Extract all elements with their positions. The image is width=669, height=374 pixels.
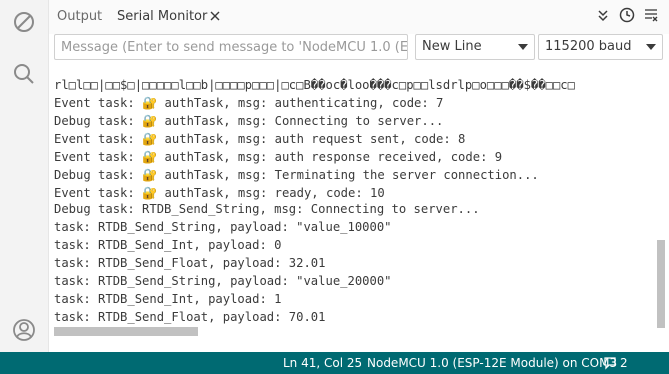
console-line: task: RTDB_Send_String, payload: "value_… bbox=[54, 220, 392, 234]
console-line: task: RTDB_Send_String, payload: "value_… bbox=[54, 274, 392, 288]
close-icon[interactable] bbox=[207, 8, 223, 24]
baud-rate-value: 115200 baud bbox=[545, 39, 632, 54]
verify-icon[interactable] bbox=[12, 10, 36, 34]
console-line: task: RTDB_Send_Float, payload: 70.01 bbox=[54, 310, 326, 324]
message-input[interactable]: Message (Enter to send message to 'NodeM… bbox=[54, 34, 408, 60]
account-icon[interactable] bbox=[12, 318, 36, 342]
panel-tabs: Output Serial Monitor bbox=[49, 0, 669, 34]
console-line: Event task: 🔐 authTask, msg: auth respon… bbox=[54, 150, 503, 164]
console-line: task: RTDB_Send_Int, payload: 1 bbox=[54, 292, 282, 306]
horizontal-scrollbar[interactable] bbox=[54, 327, 198, 336]
console-line: Event task: 🔐 authTask, msg: authenticat… bbox=[54, 96, 444, 110]
search-icon[interactable] bbox=[12, 62, 36, 86]
cursor-position[interactable]: Ln 41, Col 25 bbox=[283, 352, 362, 374]
console-line: task: RTDB_Send_Float, payload: 32.01 bbox=[54, 256, 326, 270]
chevron-down-icon bbox=[518, 44, 528, 50]
status-bar: Ln 41, Col 25 NodeMCU 1.0 (ESP-12E Modul… bbox=[0, 352, 669, 374]
board-port-status[interactable]: NodeMCU 1.0 (ESP-12E Module) on COM3 bbox=[367, 352, 617, 374]
console-line: Event task: 🔐 authTask, msg: auth reques… bbox=[54, 132, 466, 146]
line-ending-select[interactable]: New Line bbox=[415, 34, 535, 60]
autoscroll-icon[interactable] bbox=[594, 6, 612, 24]
serial-monitor-panel: Output Serial Monitor Message (Enter to … bbox=[49, 0, 669, 352]
console-line: Debug task: 🔐 authTask, msg: Terminating… bbox=[54, 168, 539, 182]
timestamp-icon[interactable] bbox=[618, 6, 636, 24]
line-ending-value: New Line bbox=[422, 39, 482, 54]
serial-output[interactable]: rl□l□□|□□$□|□□□□□l□□b|□□□□p□□□|□c□B��oc�… bbox=[49, 66, 669, 352]
console-line: task: RTDB_Send_Int, payload: 0 bbox=[54, 238, 282, 252]
chevron-down-icon bbox=[646, 44, 656, 50]
tab-output[interactable]: Output bbox=[57, 0, 102, 34]
notifications-count[interactable]: 2 bbox=[620, 352, 628, 374]
tab-serial-monitor[interactable]: Serial Monitor bbox=[117, 0, 207, 34]
notifications-icon[interactable] bbox=[603, 356, 617, 370]
clear-output-icon[interactable] bbox=[642, 6, 660, 24]
console-line: Debug task: 🔐 authTask, msg: Connecting … bbox=[54, 114, 444, 128]
baud-rate-select[interactable]: 115200 baud bbox=[538, 34, 663, 60]
activity-bar bbox=[0, 0, 49, 352]
console-line: Debug task: RTDB_Send_String, msg: Conne… bbox=[54, 202, 480, 216]
console-line: rl□l□□|□□$□|□□□□□l□□b|□□□□p□□□|□c□B��oc�… bbox=[54, 78, 575, 92]
serial-toolbar: Message (Enter to send message to 'NodeM… bbox=[49, 34, 669, 62]
vertical-scrollbar[interactable] bbox=[657, 240, 665, 328]
